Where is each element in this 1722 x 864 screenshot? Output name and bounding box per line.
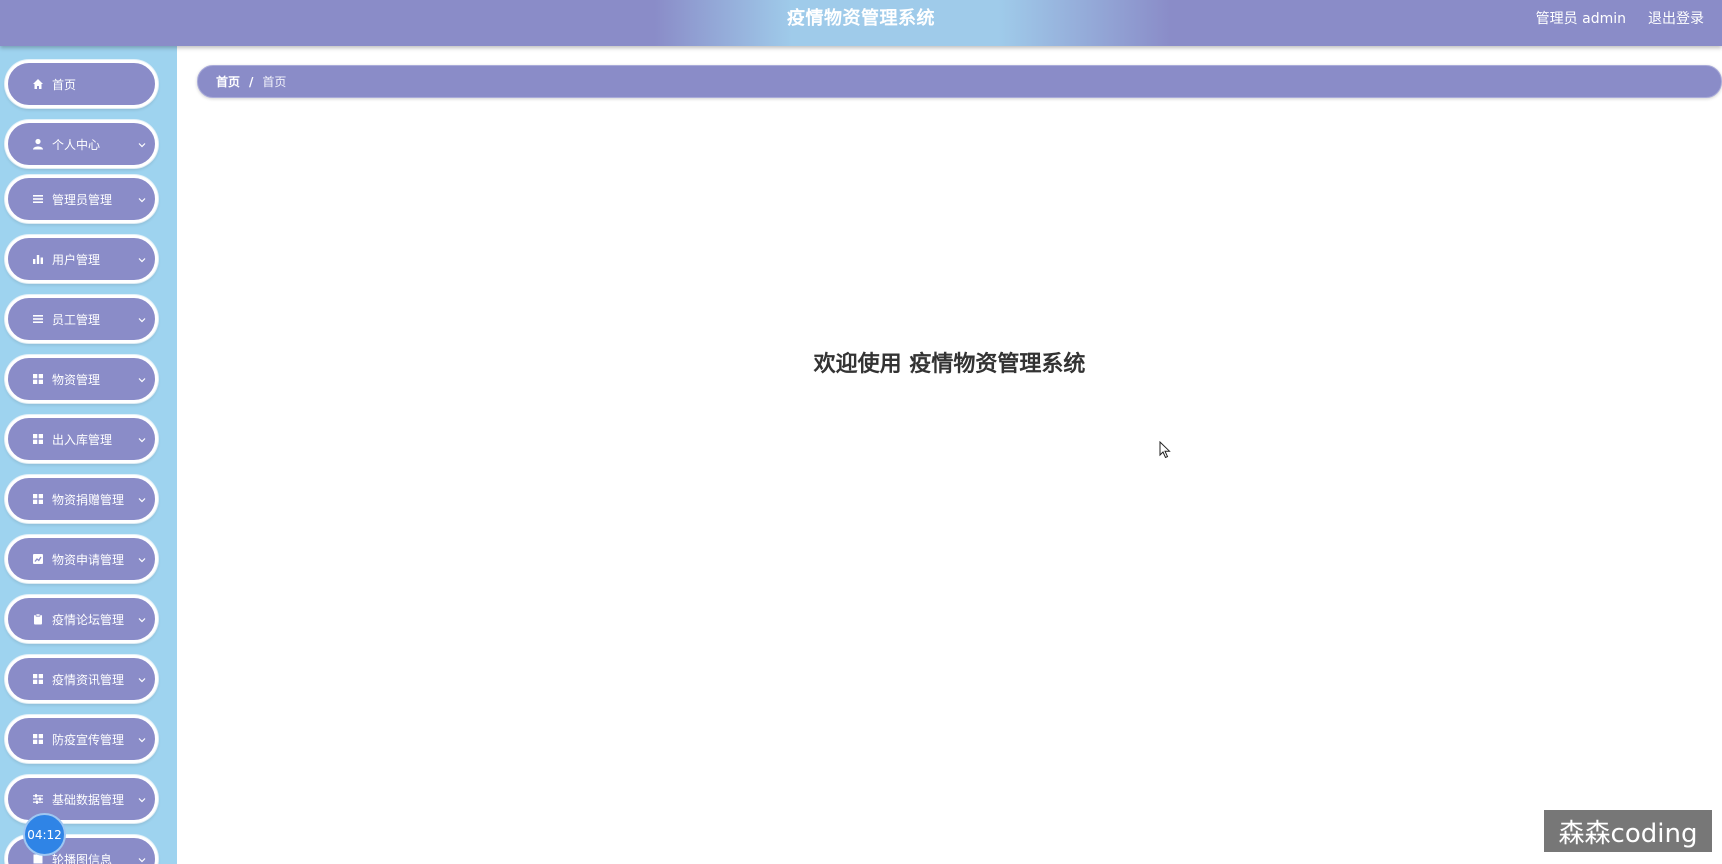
chevron-down-icon	[137, 854, 147, 864]
sidebar-item-label: 管理员管理	[52, 192, 113, 207]
sidebar-item-label: 首页	[52, 77, 77, 92]
chevron-down-icon	[137, 734, 147, 744]
sidebar-item-1[interactable]: 首页	[5, 60, 158, 108]
sidebar-item-9[interactable]: 物资申请管理	[5, 535, 158, 583]
chevron-down-icon	[137, 794, 147, 804]
sidebar-item-2[interactable]: 个人中心	[5, 120, 158, 168]
chart-square-icon	[31, 553, 44, 566]
welcome-message: 欢迎使用 疫情物资管理系统	[813, 352, 1086, 377]
sidebar-item-13[interactable]: 基础数据管理	[5, 775, 158, 823]
watermark: 森森coding	[1544, 810, 1712, 852]
list-icon	[31, 313, 44, 326]
sidebar-item-label: 轮播图信息	[52, 852, 113, 864]
sidebar-item-label: 个人中心	[52, 137, 101, 152]
top-header: 疫情物资管理系统 管理员 admin 退出登录	[0, 0, 1722, 46]
sidebar-item-label: 用户管理	[52, 252, 101, 267]
chevron-down-icon	[137, 254, 147, 264]
chevron-down-icon	[137, 194, 147, 204]
logout-link[interactable]: 退出登录	[1648, 0, 1704, 38]
recording-timer-badge: 04:12	[23, 813, 66, 856]
chevron-down-icon	[137, 314, 147, 324]
list-icon	[31, 193, 44, 206]
chevron-down-icon	[137, 374, 147, 384]
sidebar-item-7[interactable]: 出入库管理	[5, 415, 158, 463]
sidebar-item-label: 员工管理	[52, 312, 101, 327]
breadcrumb-current: 首页	[262, 75, 287, 89]
user-icon	[31, 138, 44, 151]
sidebar-item-8[interactable]: 物资捐赠管理	[5, 475, 158, 523]
sidebar: 首页个人中心管理员管理用户管理员工管理物资管理出入库管理物资捐赠管理 物资申请管理…	[0, 46, 177, 864]
sidebar-item-6[interactable]: 物资管理	[5, 355, 158, 403]
sidebar-item-label: 防疫宣传管理	[52, 732, 125, 747]
breadcrumb-home[interactable]: 首页	[216, 73, 240, 90]
mouse-pointer-icon	[1159, 440, 1171, 463]
clipboard-icon	[31, 613, 44, 626]
grid-icon	[31, 673, 44, 686]
sidebar-item-label: 出入库管理	[52, 432, 113, 447]
sidebar-item-10[interactable]: 疫情论坛管理	[5, 595, 158, 643]
chevron-down-icon	[137, 494, 147, 504]
sidebar-item-label: 疫情论坛管理	[52, 612, 125, 627]
sidebar-item-11[interactable]: 疫情资讯管理	[5, 655, 158, 703]
breadcrumb: 首页 / 首页	[197, 65, 1722, 98]
sidebar-item-label: 疫情资讯管理	[52, 672, 125, 687]
app-title: 疫情物资管理系统	[787, 8, 935, 29]
chevron-down-icon	[137, 139, 147, 149]
grid-icon	[31, 493, 44, 506]
home-icon	[31, 78, 44, 91]
sidebar-item-5[interactable]: 员工管理	[5, 295, 158, 343]
grid-icon	[31, 733, 44, 746]
breadcrumb-separator: /	[249, 74, 254, 89]
grid-icon	[31, 433, 44, 446]
chevron-down-icon	[137, 614, 147, 624]
sidebar-item-label: 物资申请管理	[52, 552, 125, 567]
sidebar-item-label: 物资管理	[52, 372, 101, 387]
sidebar-item-label: 物资捐赠管理	[52, 492, 125, 507]
sidebar-item-label: 基础数据管理	[52, 792, 125, 807]
current-user-label[interactable]: 管理员 admin	[1536, 0, 1626, 38]
sidebar-item-12[interactable]: 防疫宣传管理	[5, 715, 158, 763]
chevron-down-icon	[137, 674, 147, 684]
sidebar-item-4[interactable]: 用户管理	[5, 235, 158, 283]
bar-chart-icon	[31, 253, 44, 266]
sliders-icon	[31, 793, 44, 806]
grid-icon	[31, 373, 44, 386]
chevron-down-icon	[137, 434, 147, 444]
chevron-down-icon	[137, 554, 147, 564]
user-area: 管理员 admin 退出登录	[1536, 0, 1704, 38]
sidebar-item-3[interactable]: 管理员管理	[5, 175, 158, 223]
